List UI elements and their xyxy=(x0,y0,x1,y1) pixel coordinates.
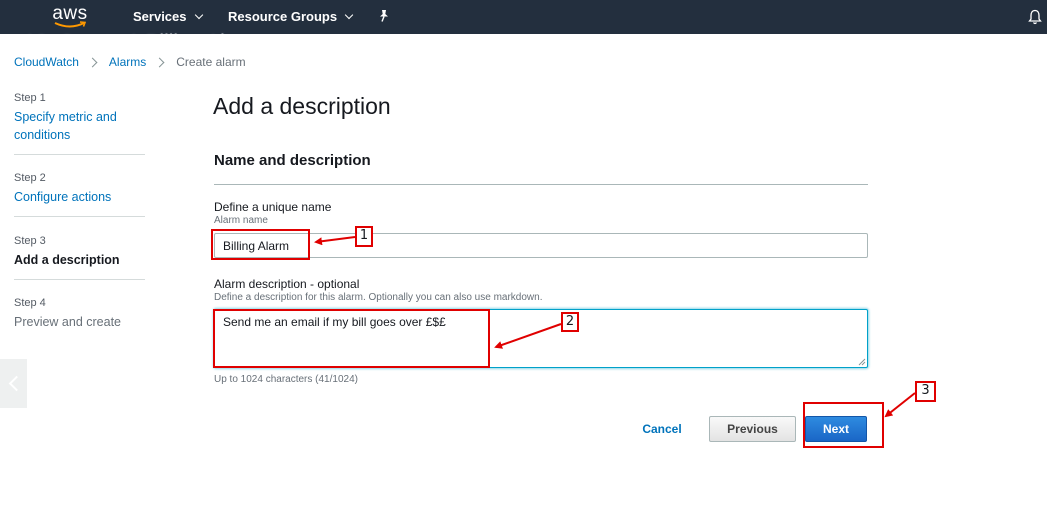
breadcrumb: CloudWatch Alarms Create alarm xyxy=(14,55,246,70)
breadcrumb-cloudwatch[interactable]: CloudWatch xyxy=(14,55,79,70)
alarm-name-description: Alarm name xyxy=(214,215,268,226)
annotation-number-3: 3 xyxy=(915,381,936,402)
tutorial-title: 10. Create A Billing Alarm xyxy=(24,31,261,54)
wizard-step-1: Step 1 Specify metric and conditions xyxy=(14,91,145,144)
alarm-description-label: Alarm description - optional xyxy=(214,277,360,291)
annotation-arrow-3 xyxy=(884,392,916,418)
pin-icon[interactable] xyxy=(378,9,390,23)
step-number: Step 4 xyxy=(14,297,46,309)
step-number: Step 3 xyxy=(14,235,46,247)
previous-slide-arrow[interactable] xyxy=(0,359,27,408)
aws-logo[interactable]: aws xyxy=(52,3,88,31)
breadcrumb-create-alarm: Create alarm xyxy=(176,55,246,69)
section-title: Name and description xyxy=(214,152,371,169)
services-label: Services xyxy=(133,9,187,24)
aws-smile-icon xyxy=(54,21,86,28)
wizard-step-2: Step 2 Configure actions xyxy=(14,171,145,206)
annotation-box-2 xyxy=(213,309,490,368)
annotation-number-2: 2 xyxy=(561,312,579,332)
wizard-step-4: Step 4 Preview and create xyxy=(14,296,145,331)
previous-button[interactable]: Previous xyxy=(709,416,796,442)
annotation-box-3 xyxy=(803,402,884,448)
cancel-button[interactable]: Cancel xyxy=(630,418,694,439)
resource-groups-menu[interactable]: Resource Groups xyxy=(228,9,354,25)
step-title-configure-actions[interactable]: Configure actions xyxy=(14,188,145,206)
chevron-down-icon xyxy=(344,10,354,20)
step-number: Step 2 xyxy=(14,172,46,184)
step-title-preview-create: Preview and create xyxy=(14,315,122,329)
breadcrumb-alarms[interactable]: Alarms xyxy=(109,55,146,70)
annotation-number-1: 1 xyxy=(355,226,373,247)
alarm-description-help: Define a description for this alarm. Opt… xyxy=(214,292,543,303)
services-menu[interactable]: Services xyxy=(133,9,203,25)
step-title-specify-metric[interactable]: Specify metric and conditions xyxy=(14,108,145,144)
chevron-right-icon xyxy=(154,57,165,68)
chevron-down-icon xyxy=(194,10,203,20)
resource-groups-label: Resource Groups xyxy=(228,9,338,24)
step-divider xyxy=(14,216,145,217)
alarm-name-label: Define a unique name xyxy=(214,200,332,214)
step-divider xyxy=(14,279,145,280)
resize-handle-icon[interactable] xyxy=(858,358,866,366)
step-title-add-description: Add a description xyxy=(14,253,120,267)
section-divider xyxy=(214,184,868,185)
chevron-right-icon xyxy=(87,57,98,68)
step-divider xyxy=(14,154,145,155)
page-title: Add a description xyxy=(213,93,391,119)
bell-icon[interactable] xyxy=(1028,9,1042,25)
top-navigation-bar: aws Services Resource Groups xyxy=(0,0,1047,34)
character-count: Up to 1024 characters (41/1024) xyxy=(214,374,358,385)
step-number: Step 1 xyxy=(14,92,46,104)
alarm-name-input[interactable] xyxy=(214,233,868,258)
annotation-box-1 xyxy=(211,229,310,260)
wizard-step-3: Step 3 Add a description xyxy=(14,234,145,269)
